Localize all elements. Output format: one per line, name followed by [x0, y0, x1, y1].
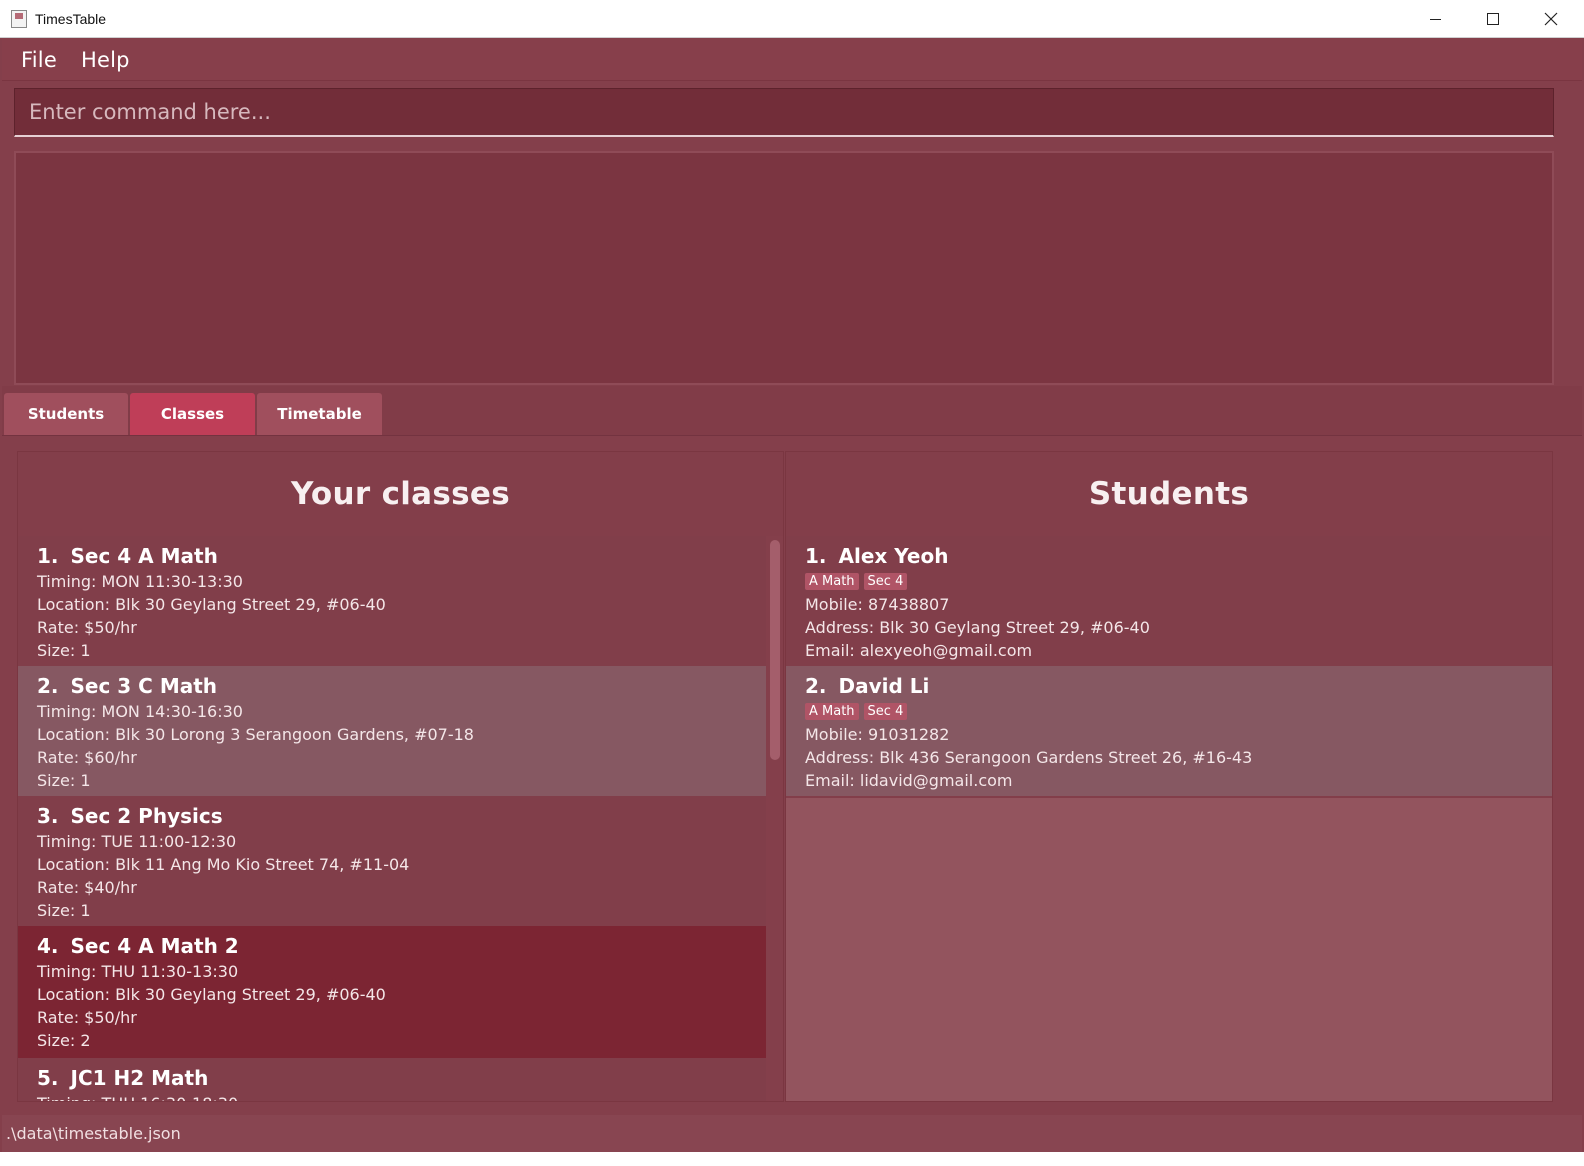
student-card[interactable]: 2. David Li A Math Sec 4 Mobile: 9103128… [786, 666, 1552, 796]
student-tags: A Math Sec 4 [805, 570, 1552, 593]
maximize-icon[interactable] [1464, 0, 1522, 38]
class-index: 5. [37, 1066, 59, 1090]
student-address: Address: Blk 30 Geylang Street 29, #06-4… [805, 618, 1150, 637]
student-index: 1. [805, 544, 827, 568]
class-card[interactable]: 2. Sec 3 C Math Timing: MON 14:30-16:30 … [18, 666, 766, 796]
student-list-empty-area [786, 798, 1552, 1101]
classes-panel-title: Your classes [291, 476, 510, 512]
command-box [2, 81, 1582, 145]
class-rate: Rate: $60/hr [37, 748, 137, 767]
class-size: Size: 1 [37, 901, 91, 920]
class-rate: Rate: $40/hr [37, 878, 137, 897]
class-title: 2. Sec 3 C Math [37, 674, 766, 700]
menu-file[interactable]: File [2, 48, 69, 72]
tag: Sec 4 [863, 573, 908, 590]
class-list-scrollbar[interactable] [766, 536, 783, 1101]
class-title: 5. JC1 H2 Math [37, 1066, 766, 1092]
student-email: Email: alexyeoh@gmail.com [805, 641, 1033, 660]
menu-bar: File Help [2, 39, 1582, 81]
students-panel: Students 1. Alex Yeoh A Math Sec 4 Mobil… [785, 451, 1553, 1102]
class-rate: Rate: $50/hr [37, 1008, 137, 1027]
app-icon [11, 9, 27, 28]
class-size: Size: 1 [37, 771, 91, 790]
class-title: 1. Sec 4 A Math [37, 544, 766, 570]
class-index: 2. [37, 674, 59, 698]
class-location: Location: Blk 11 Ang Mo Kio Street 74, #… [37, 855, 410, 874]
student-name: David Li [838, 674, 930, 698]
window-title-bar: TimesTable [0, 0, 1584, 38]
minimize-icon[interactable] [1406, 0, 1464, 38]
student-index: 2. [805, 674, 827, 698]
student-mobile: Mobile: 91031282 [805, 725, 950, 744]
tab-classes[interactable]: Classes [130, 393, 255, 435]
window-bottom-edge [0, 1152, 1584, 1166]
student-mobile: Mobile: 87438807 [805, 595, 950, 614]
class-location: Location: Blk 30 Geylang Street 29, #06-… [37, 985, 386, 1004]
student-email: Email: lidavid@gmail.com [805, 771, 1013, 790]
class-index: 4. [37, 934, 59, 958]
class-card[interactable]: 1. Sec 4 A Math Timing: MON 11:30-13:30 … [18, 536, 766, 666]
tag: Sec 4 [863, 703, 908, 720]
status-bar: .\data\timestable.json [2, 1115, 1582, 1152]
class-timing: Timing: TUE 11:00-12:30 [37, 832, 237, 851]
result-display[interactable] [14, 151, 1554, 385]
class-name: JC1 H2 Math [70, 1066, 209, 1090]
class-location: Location: Blk 30 Lorong 3 Serangoon Gard… [37, 725, 474, 744]
class-timing: Timing: MON 14:30-16:30 [37, 702, 243, 721]
class-timing: Timing: THU 16:30-18:30 [37, 1092, 766, 1101]
class-location: Location: Blk 30 Geylang Street 29, #06-… [37, 595, 386, 614]
tag: A Math [805, 703, 859, 720]
class-index: 3. [37, 804, 59, 828]
command-input[interactable] [14, 88, 1554, 137]
classes-panel: Your classes 1. Sec 4 A Math Timing: MON… [17, 451, 784, 1102]
tag: A Math [805, 573, 859, 590]
class-name: Sec 4 A Math 2 [70, 934, 239, 958]
class-title: 3. Sec 2 Physics [37, 804, 766, 830]
class-card[interactable]: 5. JC1 H2 Math Timing: THU 16:30-18:30 [18, 1058, 766, 1101]
class-timing: Timing: THU 11:30-13:30 [37, 962, 239, 981]
class-rate: Rate: $50/hr [37, 618, 137, 637]
class-size: Size: 2 [37, 1031, 91, 1050]
class-name: Sec 2 Physics [70, 804, 223, 828]
student-title: 1. Alex Yeoh [805, 544, 1552, 570]
class-name: Sec 4 A Math [70, 544, 218, 568]
tab-students[interactable]: Students [4, 393, 128, 435]
window-title: TimesTable [35, 10, 107, 27]
student-name: Alex Yeoh [838, 544, 949, 568]
class-size: Size: 1 [37, 641, 91, 660]
scroll-thumb[interactable] [770, 540, 780, 760]
class-name: Sec 3 C Math [70, 674, 218, 698]
student-card[interactable]: 1. Alex Yeoh A Math Sec 4 Mobile: 874388… [786, 536, 1552, 666]
tab-bar: Students Classes Timetable [2, 386, 1582, 436]
class-timing: Timing: MON 11:30-13:30 [37, 572, 243, 591]
close-icon[interactable] [1522, 0, 1580, 38]
students-panel-title: Students [1088, 476, 1250, 512]
class-list[interactable]: 1. Sec 4 A Math Timing: MON 11:30-13:30 … [18, 536, 766, 1101]
class-card-selected[interactable]: 4. Sec 4 A Math 2 Timing: THU 11:30-13:3… [18, 926, 766, 1058]
menu-help[interactable]: Help [69, 48, 142, 72]
main-content: Your classes 1. Sec 4 A Math Timing: MON… [2, 437, 1582, 1114]
student-tags: A Math Sec 4 [805, 700, 1552, 723]
student-address: Address: Blk 436 Serangoon Gardens Stree… [805, 748, 1253, 767]
save-file-path: .\data\timestable.json [6, 1124, 181, 1143]
tab-timetable[interactable]: Timetable [257, 393, 382, 435]
class-title: 4. Sec 4 A Math 2 [37, 934, 766, 960]
student-title: 2. David Li [805, 674, 1552, 700]
class-index: 1. [37, 544, 59, 568]
class-card[interactable]: 3. Sec 2 Physics Timing: TUE 11:00-12:30… [18, 796, 766, 926]
